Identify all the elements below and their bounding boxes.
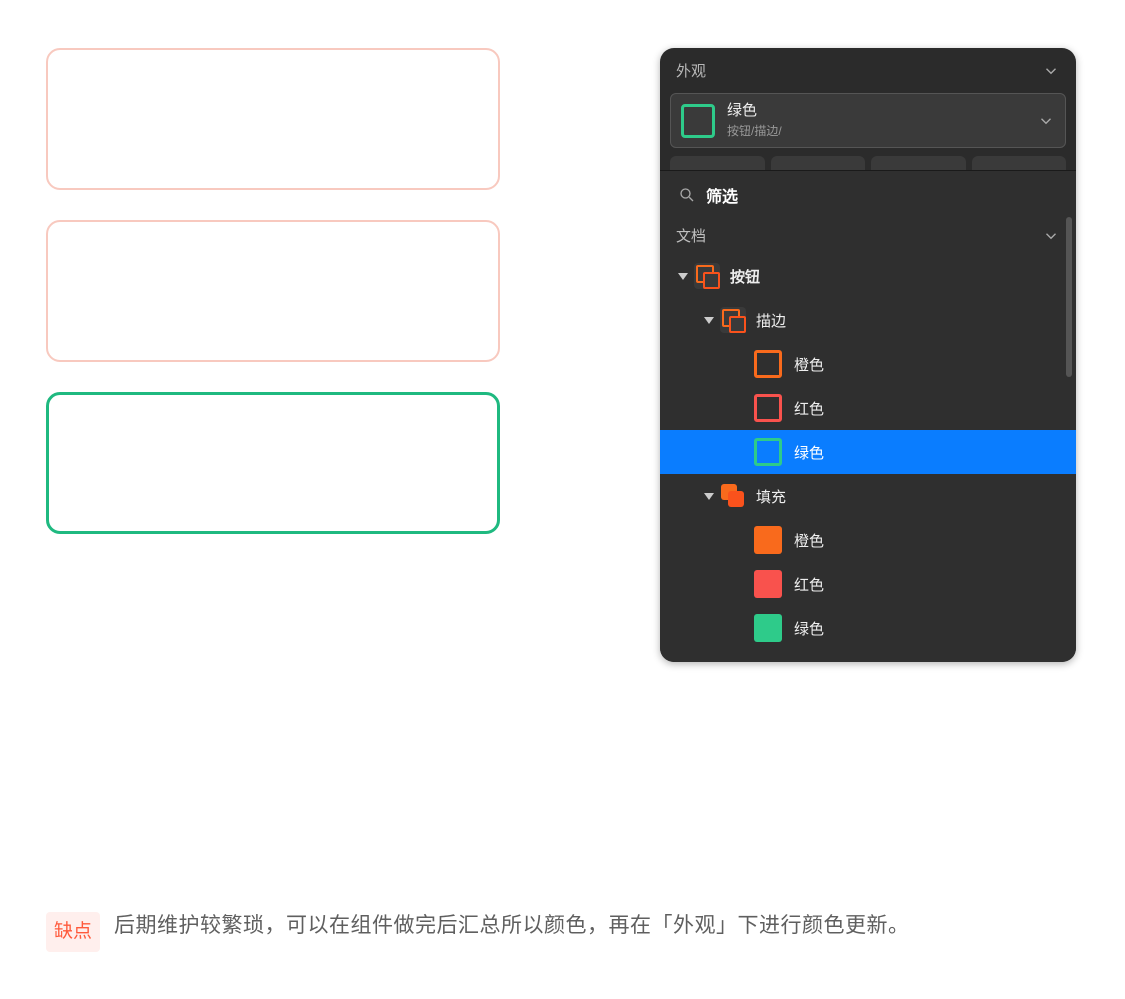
caption-badge: 缺点 [46,912,100,952]
chevron-down-icon [1037,112,1055,130]
color-item-orange-stroke[interactable]: 橙色 [660,342,1076,386]
filter-label: 筛选 [706,183,738,207]
disclosure-triangle-icon [704,493,714,500]
section-label: 文档 [676,225,706,246]
swatch-icon [754,438,782,466]
canvas-box-2[interactable] [46,220,500,362]
scrollbar[interactable] [1066,217,1072,377]
disclosure-triangle-icon [704,317,714,324]
folder-icon [694,263,720,289]
tool-button[interactable] [771,156,866,170]
color-item-red-fill[interactable]: 红色 [660,562,1076,606]
swatch-icon [754,570,782,598]
canvas-box-1[interactable] [46,48,500,190]
document-section[interactable]: 文档 [660,217,1076,254]
canvas-box-3[interactable] [46,392,500,534]
tool-button[interactable] [972,156,1067,170]
color-label: 绿色 [794,442,1076,463]
color-label: 橙色 [794,530,1076,551]
filter-row[interactable]: 筛选 [660,171,1076,217]
canvas-area [46,48,500,564]
swatch-icon [754,614,782,642]
tree-label: 按钮 [730,266,1076,287]
search-icon [678,186,696,204]
color-item-green-stroke[interactable]: 绿色 [660,430,1076,474]
appearance-panel: 外观 绿色 按钮/描边/ 筛选 文档 按钮 [660,48,1076,662]
selected-swatch-icon [681,104,715,138]
caption: 缺点 后期维护较繁琐，可以在组件做完后汇总所以颜色，再在「外观」下进行颜色更新。 [46,906,1076,952]
swatch-icon [754,350,782,378]
tool-button[interactable] [871,156,966,170]
tree-label: 描边 [756,310,1076,331]
color-item-orange-fill[interactable]: 橙色 [660,518,1076,562]
color-tree: 按钮 描边 橙色 红色 绿色 [660,254,1076,654]
color-item-green-fill[interactable]: 绿色 [660,606,1076,650]
toolbar-peek [670,156,1066,170]
tree-group-stroke[interactable]: 描边 [660,298,1076,342]
folder-icon [720,307,746,333]
color-label: 绿色 [794,618,1076,639]
color-variable-selector[interactable]: 绿色 按钮/描边/ [670,93,1066,148]
swatch-icon [754,394,782,422]
tool-button[interactable] [670,156,765,170]
chevron-down-icon [1042,227,1060,245]
color-item-red-stroke[interactable]: 红色 [660,386,1076,430]
tree-group-button[interactable]: 按钮 [660,254,1076,298]
color-label: 红色 [794,574,1076,595]
disclosure-triangle-icon [678,273,688,280]
folder-icon [720,483,746,509]
color-label: 红色 [794,398,1076,419]
selected-color-path: 按钮/描边/ [727,122,1055,139]
color-dropdown: 筛选 文档 按钮 描边 橙色 红 [660,170,1076,662]
tree-label: 填充 [756,486,1076,507]
color-label: 橙色 [794,354,1076,375]
chevron-down-icon[interactable] [1042,62,1060,80]
swatch-icon [754,526,782,554]
tree-group-fill[interactable]: 填充 [660,474,1076,518]
selected-color-name: 绿色 [727,102,1055,120]
panel-title: 外观 [676,60,706,81]
caption-text: 后期维护较繁琐，可以在组件做完后汇总所以颜色，再在「外观」下进行颜色更新。 [114,906,910,946]
